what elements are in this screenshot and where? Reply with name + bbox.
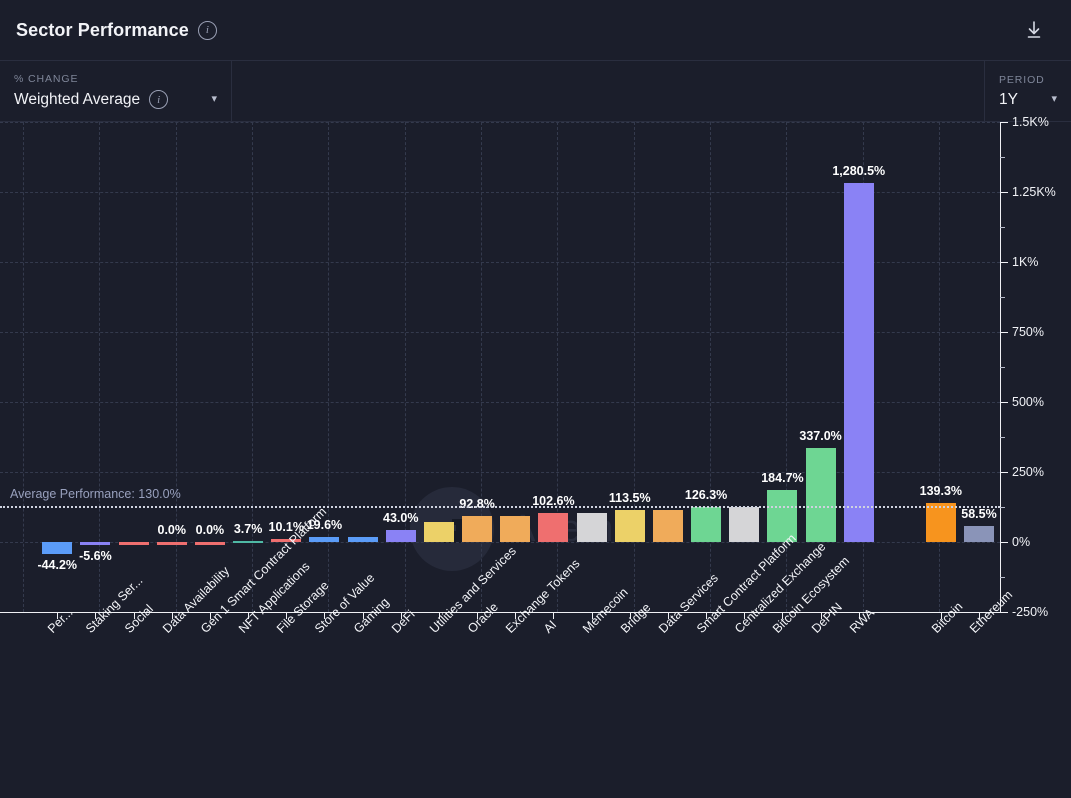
period-value: 1Y [999,91,1018,109]
y-axis-tick-label: 500% [1012,395,1044,409]
gridline-vertical [99,122,100,612]
y-axis-minor-tick [1000,437,1005,438]
gridline-horizontal [0,122,1000,123]
bar-memecoin[interactable] [577,513,607,542]
average-performance-label: Average Performance: 130.0% [10,487,181,501]
y-axis-tick [1000,542,1008,543]
y-axis-tick-label: 1K% [1012,255,1038,269]
gridline-horizontal [0,542,1000,543]
chart-controls: % CHANGE Weighted Average i ▾ PERIOD 1Y … [0,61,1071,122]
bar-nft-applications[interactable] [233,541,263,544]
y-axis-tick-label: 750% [1012,325,1044,339]
page-title: Sector Performance [16,20,189,41]
change-metric-selector[interactable]: % CHANGE Weighted Average i ▾ [0,61,232,121]
chart-header: Sector Performance i [0,0,1071,61]
bar-defi[interactable] [386,530,416,542]
bar-utilities-and-services[interactable] [424,522,454,542]
bar-value-label: 58.5% [931,507,1027,521]
bar-value-label: 139.3% [893,484,989,498]
y-axis-tick [1000,472,1008,473]
y-axis-tick [1000,122,1008,123]
change-metric-value: Weighted Average [14,91,140,109]
x-axis-label: AI [541,618,559,636]
bar-ai[interactable] [538,513,568,542]
y-axis-tick-label: 0% [1012,535,1030,549]
bar-value-label: 1,280.5% [811,164,907,178]
chart-area: Artemis -44.2%-5.6%0.0%0.0%3.7%10.1%19.6… [0,122,1071,798]
period-label: PERIOD [999,74,1057,86]
chevron-down-icon[interactable]: ▾ [1039,94,1057,105]
bar-bitcoin-ecosystem[interactable] [767,490,797,542]
y-axis-tick [1000,332,1008,333]
y-axis-tick-label: 1.5K% [1012,115,1049,129]
period-selector[interactable]: PERIOD 1Y ▾ [985,61,1071,121]
bar-depin[interactable] [806,448,836,542]
y-axis-minor-tick [1000,297,1005,298]
x-axis-tick [553,612,554,619]
bar-data-services[interactable] [653,510,683,542]
gridline-vertical [23,122,24,612]
bar-data-availability[interactable] [157,542,187,545]
y-axis-tick-label: -250% [1012,605,1048,619]
bar-bridge[interactable] [615,510,645,542]
y-axis-tick [1000,612,1008,613]
download-icon[interactable] [1023,19,1045,41]
average-performance-line [0,506,1000,508]
bar-gen-1-smart-contract-platform[interactable] [195,542,225,545]
gridline-vertical [176,122,177,612]
change-metric-label: % CHANGE [14,73,217,85]
y-axis-tick [1000,262,1008,263]
chevron-down-icon[interactable]: ▾ [199,94,217,105]
bar-gaming[interactable] [348,537,378,542]
y-axis-tick [1000,402,1008,403]
info-icon[interactable]: i [198,21,217,40]
bar-rwa[interactable] [844,183,874,542]
bar-centralized-exchange[interactable] [729,507,759,542]
y-axis-tick-label: 1.25K% [1012,185,1056,199]
bar-value-label: -5.6% [47,549,143,563]
y-axis-tick [1000,192,1008,193]
y-axis-minor-tick [1000,577,1005,578]
bar-value-label: 126.3% [658,488,754,502]
bar-social[interactable] [119,542,149,545]
y-axis-minor-tick [1000,227,1005,228]
y-axis-minor-tick [1000,157,1005,158]
control-spacer [232,61,985,121]
y-axis-minor-tick [1000,367,1005,368]
bar-ethereum[interactable] [964,526,994,542]
bar-store-of-value[interactable] [309,537,339,542]
bar-staking-ser[interactable] [80,542,110,545]
info-icon[interactable]: i [149,90,168,109]
bar-exchange-tokens[interactable] [500,516,530,542]
bar-smart-contract-platform[interactable] [691,507,721,542]
plot-canvas: -44.2%-5.6%0.0%0.0%3.7%10.1%19.6%43.0%92… [0,122,1000,612]
y-axis-minor-tick [1000,507,1005,508]
bar-oracle[interactable] [462,516,492,542]
y-axis-tick-label: 250% [1012,465,1044,479]
gridline-vertical [252,122,253,612]
